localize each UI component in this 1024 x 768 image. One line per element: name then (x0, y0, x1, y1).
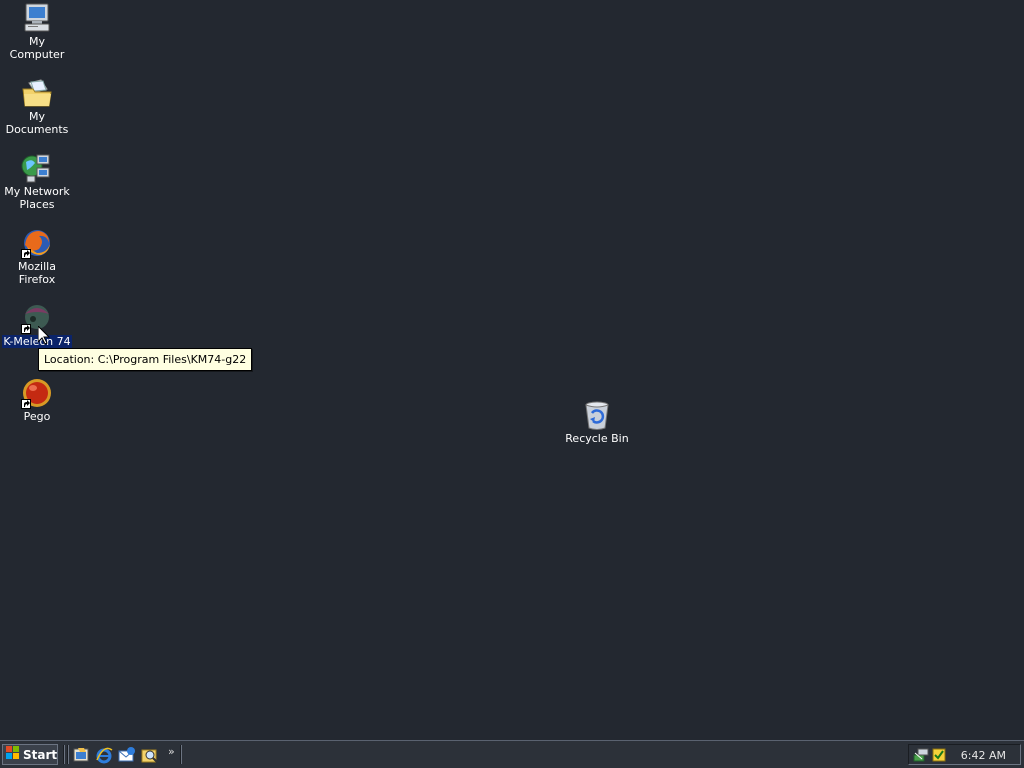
search-icon[interactable] (141, 746, 159, 764)
recycle-bin-icon (581, 399, 613, 431)
documents-folder-icon (21, 77, 53, 109)
shortcut-arrow-icon (21, 249, 31, 259)
desktop-icon-label: Recycle Bin (565, 432, 629, 445)
taskbar-separator (63, 745, 65, 764)
desktop-icon-recycle-bin[interactable]: Recycle Bin (560, 399, 634, 445)
desktop-icon-mozilla-firefox[interactable]: Mozilla Firefox (0, 227, 74, 286)
desktop-icon-my-documents[interactable]: My Documents (0, 77, 74, 136)
network-places-icon (21, 152, 53, 184)
desktop-icon-label: My Network Places (4, 185, 70, 211)
computer-icon (21, 2, 53, 34)
network-tray-icon[interactable] (913, 747, 929, 763)
desktop-icon-label: My Documents (5, 110, 69, 136)
location-tooltip: Location: C:\Program Files\KM74-g22 (38, 348, 253, 371)
security-tray-icon[interactable] (931, 747, 947, 763)
desktop-icon-k-meleon[interactable]: K-Meleon 74 (0, 302, 74, 348)
mouse-cursor-icon (37, 324, 51, 348)
internet-explorer-icon[interactable] (95, 746, 113, 764)
quick-launch-chevron[interactable]: » (168, 745, 175, 758)
start-button[interactable]: Start (2, 744, 58, 765)
desktop-icon-label: Mozilla Firefox (18, 260, 56, 286)
desktop-icon-my-network-places[interactable]: My Network Places (0, 152, 74, 211)
taskbar-separator (180, 745, 182, 764)
windows-logo-icon (6, 746, 20, 763)
shortcut-arrow-icon (21, 324, 31, 334)
taskbar: Start » 6:42 AM (0, 740, 1024, 768)
shortcut-arrow-icon (21, 399, 31, 409)
start-label: Start (23, 747, 58, 762)
pego-icon (21, 377, 53, 409)
taskbar-separator (67, 745, 69, 764)
desktop-icon-label: Pego (23, 410, 51, 423)
desktop-icon-pego[interactable]: Pego (0, 377, 74, 423)
outlook-express-icon[interactable] (118, 746, 136, 764)
desktop[interactable]: My Computer My Documents My Network Plac… (0, 0, 1024, 740)
desktop-icon-label: K-Meleon 74 (2, 335, 72, 348)
firefox-icon (21, 227, 53, 259)
desktop-icon-my-computer[interactable]: My Computer (0, 2, 74, 61)
desktop-icon-label: My Computer (9, 35, 65, 61)
system-tray: 6:42 AM (908, 744, 1021, 765)
show-desktop-icon[interactable] (72, 746, 90, 764)
clock[interactable]: 6:42 AM (961, 749, 1006, 762)
